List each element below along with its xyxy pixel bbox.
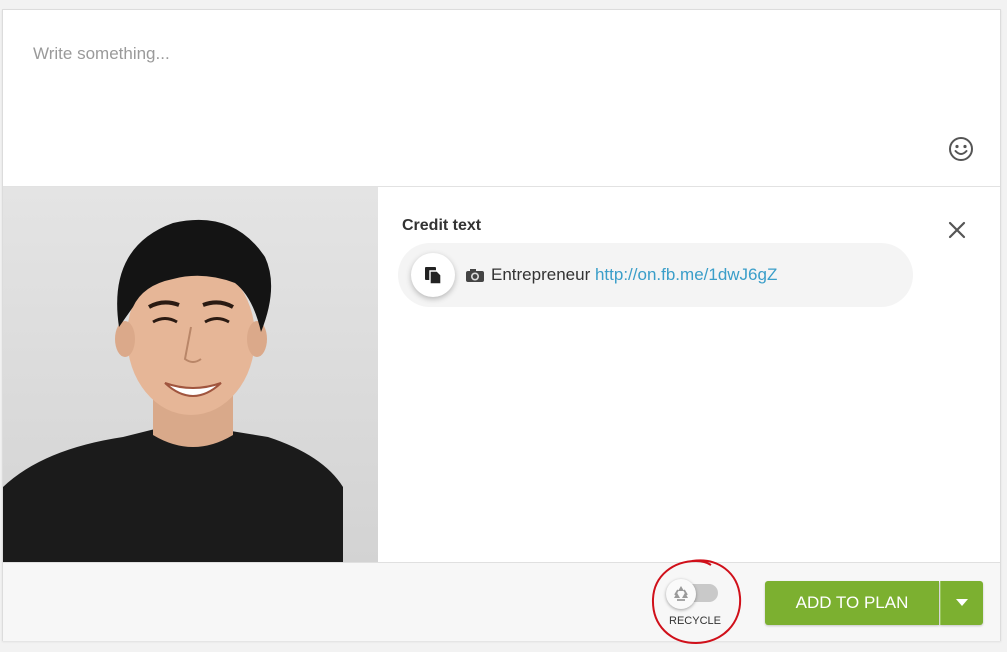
composer-footer: RECYCLE ADD TO PLAN bbox=[3, 562, 1000, 641]
add-to-plan-dropdown[interactable] bbox=[940, 581, 983, 625]
emoji-icon[interactable] bbox=[948, 136, 974, 162]
caret-down-icon bbox=[956, 594, 968, 612]
post-text-area[interactable]: Write something... bbox=[3, 10, 1000, 187]
camera-icon bbox=[465, 267, 485, 288]
close-icon[interactable] bbox=[947, 220, 967, 240]
credit-title: Credit text bbox=[402, 217, 482, 234]
post-placeholder: Write something... bbox=[33, 44, 170, 63]
credit-link[interactable]: http://on.fb.me/1dwJ6gZ bbox=[595, 265, 777, 284]
post-composer: Write something... Credit text Entrepren… bbox=[2, 9, 1001, 641]
attached-photo bbox=[3, 187, 378, 562]
recycle-toggle[interactable]: RECYCLE bbox=[662, 579, 726, 629]
add-to-plan-button[interactable]: ADD TO PLAN bbox=[765, 581, 939, 625]
copy-icon[interactable] bbox=[411, 253, 455, 297]
recycle-label: RECYCLE bbox=[669, 615, 721, 627]
credit-text: Entrepreneur http://on.fb.me/1dwJ6gZ bbox=[465, 265, 777, 288]
credit-label: Entrepreneur bbox=[491, 265, 591, 284]
recycle-icon bbox=[666, 579, 696, 609]
media-attachment: Credit text Entrepreneur http://on.fb.me… bbox=[3, 187, 1000, 562]
credit-text-box: Entrepreneur http://on.fb.me/1dwJ6gZ bbox=[398, 243, 913, 307]
